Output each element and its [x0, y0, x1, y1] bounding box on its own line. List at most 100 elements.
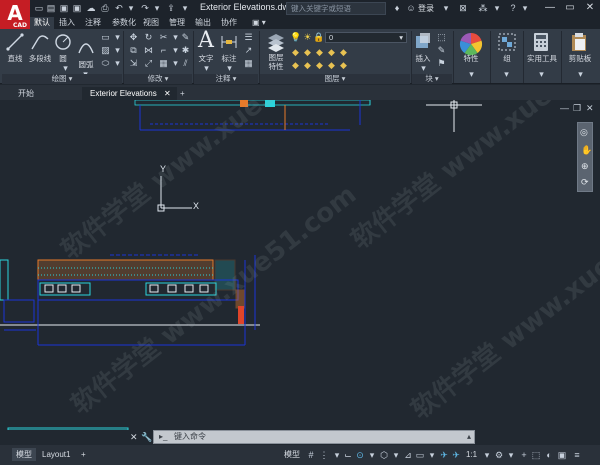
orbit-icon[interactable]: ⟳ [581, 177, 589, 188]
mirror-icon[interactable]: ⋈ [143, 45, 154, 55]
maximize-button[interactable]: ▭ [562, 1, 578, 15]
object-snap-tracking-icon[interactable]: ⊿ [402, 449, 414, 461]
isodraft-dropdown-icon[interactable]: ▾ [390, 449, 402, 461]
layer-lock-icon[interactable]: 🔒 [313, 32, 324, 42]
layer-properties-label[interactable]: 图层 特性 [263, 53, 289, 71]
navigation-bar[interactable]: ◎ ✋ ⊕ ⟳ [577, 122, 593, 192]
layer-tool-1-icon[interactable]: ◆ [290, 47, 301, 57]
insert-dropdown-icon[interactable]: ▾ [418, 63, 429, 73]
command-history-icon[interactable]: ▴ [467, 432, 471, 441]
layer-on-icon[interactable]: 💡 [290, 32, 301, 42]
clipboard-dropdown-icon[interactable]: ▾ [575, 69, 586, 79]
tab-collaborate[interactable]: 协作 [217, 17, 241, 29]
copy-icon[interactable]: ⧉ [128, 45, 139, 55]
layout1-tab[interactable]: Layout1 [38, 448, 74, 461]
tab-annotate[interactable]: 注释 [81, 17, 105, 29]
undo-dropdown-icon[interactable]: ▾ [126, 3, 136, 13]
polyline-tool-label[interactable]: 多段线 [27, 53, 53, 64]
redo-icon[interactable]: ↷ [140, 3, 150, 13]
layer-tool-5-icon[interactable]: ◆ [338, 47, 349, 57]
ellipse-dropdown-icon[interactable]: ▾ [112, 58, 123, 68]
connect-dropdown-icon[interactable]: ▾ [492, 3, 502, 13]
annotation-scale-icon[interactable]: ✈ [438, 449, 450, 461]
viewport-restore-icon[interactable]: ❐ [573, 103, 581, 114]
pan-icon[interactable]: ✋ [581, 145, 592, 156]
user-icon[interactable]: ☺ [406, 3, 416, 13]
isodraft-icon[interactable]: ⬡ [378, 449, 390, 461]
groups-label[interactable]: 组 [495, 53, 519, 64]
stretch-icon[interactable]: ⇲ [128, 58, 139, 68]
properties-dropdown-icon[interactable]: ▾ [466, 69, 477, 79]
layer-tool-8-icon[interactable]: ◆ [314, 60, 325, 70]
model-space-button[interactable]: 模型 [280, 448, 304, 461]
infer-icon[interactable]: ⌙ [342, 449, 354, 461]
customize-dropdown-icon[interactable]: ▾ [180, 3, 190, 13]
arc-tool-icon[interactable] [77, 37, 95, 55]
cloud-icon[interactable]: ☁ [86, 3, 96, 13]
line-tool-label[interactable]: 直线 [5, 53, 25, 64]
model-tab[interactable]: 模型 [12, 448, 36, 461]
rectangle-tool-icon[interactable]: ▭ [100, 32, 111, 42]
groups-dropdown-icon[interactable]: ▾ [501, 69, 512, 79]
annotation-monitor-icon[interactable]: + [518, 449, 530, 461]
offset-icon[interactable]: ⫽ [180, 58, 191, 68]
annotation-visibility-icon[interactable]: ✈ [450, 449, 462, 461]
hatch-tool-icon[interactable]: ▨ [100, 45, 111, 55]
tab-view[interactable]: 视图 [139, 17, 163, 29]
erase-icon[interactable]: ✎ [180, 32, 191, 42]
polyline-tool-icon[interactable] [30, 33, 50, 51]
command-settings-icon[interactable]: 🔧 [141, 432, 152, 443]
tab-default[interactable]: 默认 [30, 17, 54, 29]
cart-icon[interactable]: ⊠ [458, 3, 468, 13]
edit-block-icon[interactable]: ✎ [436, 45, 447, 55]
binoculars-icon[interactable]: ♦ [392, 3, 402, 13]
layer-tool-9-icon[interactable]: ◆ [326, 60, 337, 70]
scale-dropdown-icon[interactable]: ▾ [481, 449, 493, 461]
hatch-dropdown-icon[interactable]: ▾ [112, 45, 123, 55]
customize-menu-icon[interactable]: ≡ [571, 449, 583, 461]
object-snap-icon[interactable]: ▭ [414, 449, 426, 461]
circle-tool-icon[interactable] [54, 33, 72, 51]
create-block-icon[interactable]: ⬚ [436, 32, 447, 42]
layer-tool-2-icon[interactable]: ◆ [302, 47, 313, 57]
block-panel-title[interactable]: 块 ▾ [412, 74, 452, 84]
new-tab-icon[interactable]: + [172, 87, 193, 100]
login-dropdown-icon[interactable]: ▾ [441, 3, 451, 13]
linear-dim-icon[interactable]: ☰ [243, 32, 254, 42]
trim-icon[interactable]: ✂ [158, 32, 169, 42]
leader-icon[interactable]: ↗ [243, 45, 254, 55]
ribbon-options-icon[interactable]: ▣ ▾ [248, 17, 270, 29]
ellipse-tool-icon[interactable]: ⬭ [100, 58, 111, 68]
modify-panel-title[interactable]: 修改 ▾ [124, 74, 192, 84]
help-icon[interactable]: ? [508, 3, 518, 13]
redo-dropdown-icon[interactable]: ▾ [152, 3, 162, 13]
utilities-label[interactable]: 实用工具 [525, 53, 559, 64]
annotation-panel-title[interactable]: 注释 ▾ [194, 74, 258, 84]
utilities-dropdown-icon[interactable]: ▾ [536, 69, 547, 79]
circle-dropdown-icon[interactable]: ▾ [60, 63, 71, 73]
file-tab-current[interactable]: Exterior Elevations ✕ [82, 87, 177, 100]
layer-tool-3-icon[interactable]: ◆ [314, 47, 325, 57]
layer-freeze-icon[interactable]: ☀ [302, 32, 313, 42]
zoom-icon[interactable]: ⊕ [581, 161, 589, 172]
tab-insert[interactable]: 插入 [55, 17, 79, 29]
array-icon[interactable]: ▦ [158, 58, 169, 68]
add-layout-icon[interactable]: + [77, 448, 90, 461]
polar-dropdown-icon[interactable]: ▾ [366, 449, 378, 461]
workspace-dropdown-icon[interactable]: ▾ [505, 449, 517, 461]
layer-properties-icon[interactable] [266, 32, 286, 52]
tab-manage[interactable]: 管理 [165, 17, 189, 29]
rect-dropdown-icon[interactable]: ▾ [112, 32, 123, 42]
clean-screen-icon[interactable]: ▣ [556, 449, 568, 461]
edit-attributes-icon[interactable]: ⚑ [436, 58, 447, 68]
open-folder-icon[interactable]: ▤ [46, 3, 56, 13]
layer-tool-4-icon[interactable]: ◆ [326, 47, 337, 57]
app-menu-button[interactable]: A CAD [0, 0, 30, 30]
command-input[interactable]: 键入命令 [174, 431, 206, 443]
drawing-canvas[interactable]: 软件学堂 www.xue51.com 软件学堂 www.xue51.com 软件… [0, 100, 600, 430]
close-tab-icon[interactable]: ✕ [164, 87, 171, 100]
draw-panel-title[interactable]: 绘图 ▾ [2, 74, 122, 84]
close-button[interactable]: ✕ [582, 1, 598, 15]
layer-tool-7-icon[interactable]: ◆ [302, 60, 313, 70]
move-icon[interactable]: ✥ [128, 32, 139, 42]
